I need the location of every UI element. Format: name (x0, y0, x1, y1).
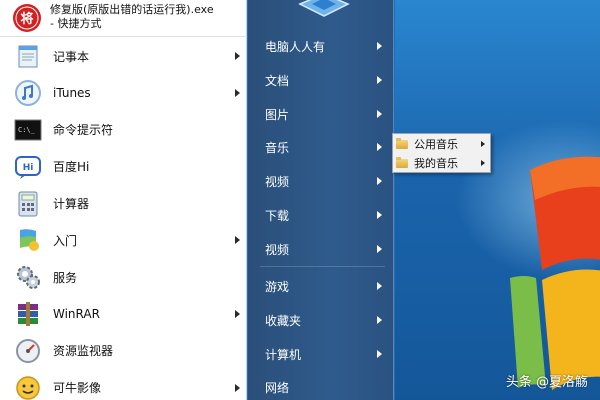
places-item-computer[interactable]: 计算机 (248, 340, 394, 368)
places-label: 网络 (265, 380, 290, 395)
submenu-arrow-icon (235, 309, 240, 318)
places-item-games[interactable]: 游戏 (248, 272, 394, 300)
places-item-downloads[interactable]: 下载 (248, 201, 394, 229)
watermark-text: 头条 @夏洛觞 (505, 375, 588, 390)
places-item-network[interactable]: 网络 (248, 373, 394, 400)
baidu-hi-icon: Hi (13, 152, 43, 182)
calculator-icon (13, 189, 43, 219)
places-label: 图片 (265, 107, 290, 122)
program-label: 入门 (53, 233, 78, 248)
submenu-arrow-icon (377, 282, 382, 290)
places-separator (260, 266, 385, 267)
program-item-getting-started[interactable]: 入门 (0, 222, 247, 259)
folder-icon (396, 138, 408, 149)
program-label: WinRAR (53, 306, 100, 321)
places-item-videos-2[interactable]: 视频 (248, 235, 394, 263)
program-item-itunes[interactable]: iTunes (0, 75, 247, 112)
cmd-icon: C:\_ (13, 115, 43, 145)
program-label: 百度Hi (53, 160, 90, 175)
places-label: 下载 (265, 208, 290, 223)
user-picture-icon (298, 0, 350, 17)
submenu-arrow-icon (235, 52, 240, 61)
program-item-winrar[interactable]: WinRAR (0, 296, 247, 333)
places-item-favorites[interactable]: 收藏夹 (248, 306, 394, 334)
places-label: 游戏 (265, 279, 290, 294)
program-item-calculator[interactable]: 计算器 (0, 185, 247, 222)
seal-char: 将 (20, 11, 33, 27)
submenu-label: 公用音乐 (414, 137, 458, 151)
program-item-resource-monitor[interactable]: 资源监视器 (0, 332, 247, 369)
program-item-notepad[interactable]: 记事本 (0, 38, 247, 75)
places-item-videos[interactable]: 视频 (248, 167, 394, 195)
submenu-arrow-icon (235, 383, 240, 392)
start-menu-programs-pane: 将 修复版(原版出错的话运行我).exe - 快捷方式 记事本 iTunes C… (0, 0, 247, 400)
program-label: 资源监视器 (53, 344, 114, 359)
places-label: 电脑人人有 (265, 39, 326, 54)
program-label: 记事本 (53, 49, 90, 64)
keniu-image-icon (13, 373, 43, 400)
getting-started-icon (13, 225, 43, 255)
submenu-arrow-icon (377, 211, 382, 219)
svg-text:Hi: Hi (23, 163, 34, 173)
pinned-program-title: 修复版(原版出错的话运行我).exe - 快捷方式 (50, 3, 214, 31)
submenu-arrow-icon (235, 89, 240, 98)
program-label: 可牛影像 (53, 381, 102, 396)
program-item-services[interactable]: 服务 (0, 259, 247, 296)
pinned-program-subtitle: - 快捷方式 (50, 17, 102, 30)
places-item-pictures[interactable]: 图片 (248, 100, 394, 128)
places-item-documents[interactable]: 文档 (248, 66, 394, 94)
submenu-item-my-music[interactable]: 我的音乐 (393, 153, 490, 172)
program-label: 计算器 (53, 197, 90, 212)
desktop-wallpaper (395, 0, 600, 400)
program-list: 记事本 iTunes C:\_ 命令提示符 Hi 百度Hi 计算器 入门 服务 … (0, 38, 247, 400)
resource-monitor-icon (13, 336, 43, 366)
pinned-program-name: 修复版(原版出错的话运行我).exe (50, 3, 214, 16)
submenu-arrow-icon (481, 140, 485, 147)
start-menu-places-pane: 电脑人人有 文档 图片 音乐 视频 下载 视频 游戏 收藏夹 计算机 网络 (248, 0, 394, 400)
submenu-arrow-icon (377, 177, 382, 185)
submenu-arrow-icon (377, 76, 382, 84)
submenu-arrow-icon (377, 350, 382, 358)
submenu-arrow-icon (377, 245, 382, 253)
program-item-keniu-image[interactable]: 可牛影像 (0, 369, 247, 400)
winrar-icon (13, 299, 43, 329)
places-label: 音乐 (265, 140, 290, 155)
svg-text:C:\_: C:\_ (18, 126, 36, 134)
pinned-program-item[interactable]: 将 修复版(原版出错的话运行我).exe - 快捷方式 (0, 0, 247, 37)
program-item-baidu-hi[interactable]: Hi 百度Hi (0, 148, 247, 185)
submenu-arrow-icon (377, 42, 382, 50)
program-label: 命令提示符 (53, 123, 114, 138)
submenu-label: 我的音乐 (414, 156, 458, 170)
submenu-arrow-icon (235, 236, 240, 245)
places-label: 文档 (265, 73, 290, 88)
folder-icon (396, 157, 408, 168)
submenu-arrow-icon (481, 159, 485, 166)
program-label: iTunes (53, 86, 91, 101)
submenu-arrow-icon (377, 143, 382, 151)
submenu-item-public-music[interactable]: 公用音乐 (393, 134, 490, 153)
places-label: 收藏夹 (265, 313, 302, 328)
program-item-cmd[interactable]: C:\_ 命令提示符 (0, 112, 247, 149)
music-submenu: 公用音乐 我的音乐 (392, 133, 491, 173)
services-icon (13, 262, 43, 292)
windows-logo-icon (510, 156, 600, 390)
places-label: 视频 (265, 174, 290, 189)
red-seal-app-icon: 将 (12, 3, 42, 33)
places-label: 计算机 (265, 347, 302, 362)
submenu-arrow-icon (377, 316, 382, 324)
itunes-icon (13, 78, 43, 108)
places-item-computer-everyone[interactable]: 电脑人人有 (248, 32, 394, 60)
places-label: 视频 (265, 242, 290, 257)
submenu-arrow-icon (377, 110, 382, 118)
program-label: 服务 (53, 270, 78, 285)
notepad-icon (13, 41, 43, 71)
places-item-music[interactable]: 音乐 (248, 133, 394, 161)
